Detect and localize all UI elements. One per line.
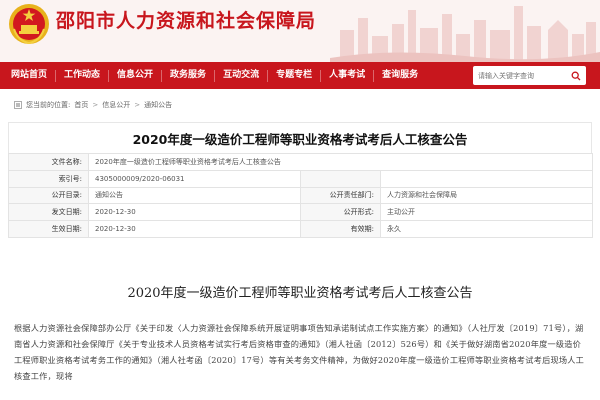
- breadcrumb-separator: >: [134, 101, 141, 109]
- article-title: 2020年度一级造价工程师等职业资格考试考后人工核查公告: [127, 286, 473, 301]
- national-emblem-icon: [9, 4, 49, 45]
- site-header: 邵阳市人力资源和社会保障局: [0, 0, 600, 62]
- breadcrumb: 您当前的位置: 首页 > 信息公开 > 通知公告: [14, 100, 172, 110]
- search-box: [473, 66, 586, 85]
- resp-dept-value: 人力资源和社会保障局: [379, 186, 594, 205]
- search-input[interactable]: [473, 67, 561, 84]
- location-icon: [14, 101, 22, 109]
- site-title[interactable]: 邵阳市人力资源和社会保障局: [56, 6, 316, 33]
- resp-dept-label: 公开责任部门:: [300, 186, 381, 205]
- table-row: 索引号: 4305000009/2020-06031: [8, 169, 594, 188]
- search-icon: [571, 71, 581, 80]
- nav-government-services[interactable]: 政务服务: [162, 62, 214, 89]
- index-label: 索引号:: [8, 169, 89, 188]
- effective-date-label: 生效日期:: [8, 220, 89, 238]
- table-row: 文件名称: 2020年度一级造价工程师等职业资格考试考后人工核查公告: [8, 153, 594, 171]
- page-title: 2020年度一级造价工程师等职业资格考试考后人工核查公告: [132, 131, 468, 147]
- disclosure-form-label: 公开形式:: [300, 203, 381, 222]
- catalog-label: 公开目录:: [8, 186, 89, 205]
- index-value: 4305000009/2020-06031: [88, 169, 301, 188]
- breadcrumb-link-home[interactable]: 首页: [74, 100, 88, 110]
- disclosure-form-value: 主动公开: [379, 203, 594, 222]
- title-box: 2020年度一级造价工程师等职业资格考试考后人工核查公告: [8, 122, 592, 153]
- table-row: 生效日期: 2020-12-30 有效期: 永久: [8, 220, 594, 238]
- issue-date-value: 2020-12-30: [88, 203, 301, 222]
- document-info-table: 文件名称: 2020年度一级造价工程师等职业资格考试考后人工核查公告 索引号: …: [8, 153, 594, 238]
- validity-value: 永久: [379, 220, 594, 238]
- doc-name-value: 2020年度一级造价工程师等职业资格考试考后人工核查公告: [87, 153, 594, 171]
- article-body: 根据人力资源社会保障部办公厅《关于印发〈人力资源社会保障系统开展证明事项告知承诺…: [14, 323, 585, 381]
- breadcrumb-link-info[interactable]: 信息公开: [102, 100, 130, 110]
- issue-date-label: 发文日期:: [8, 203, 89, 222]
- nav-work-news[interactable]: 工作动态: [56, 62, 108, 89]
- nav-personnel-exams[interactable]: 人事考试: [321, 62, 373, 89]
- main-navigation: 网站首页 工作动态 信息公开 政务服务 互动交流 专题专栏 人事考试 查询服务: [0, 62, 600, 89]
- table-row: 发文日期: 2020-12-30 公开形式: 主动公开: [8, 203, 594, 222]
- breadcrumb-prefix: 您当前的位置:: [26, 101, 71, 109]
- table-row: 公开目录: 通知公告 公开责任部门: 人力资源和社会保障局: [8, 186, 594, 205]
- breadcrumb-separator: >: [92, 101, 99, 109]
- validity-label: 有效期:: [300, 220, 381, 238]
- doc-name-label: 文件名称:: [8, 153, 89, 171]
- empty-label-cell: [300, 169, 381, 188]
- nav-home[interactable]: 网站首页: [0, 62, 55, 89]
- effective-date-value: 2020-12-30: [88, 220, 301, 238]
- catalog-value: 通知公告: [88, 186, 301, 205]
- nav-interaction[interactable]: 互动交流: [215, 62, 267, 89]
- nav-query-services[interactable]: 查询服务: [374, 62, 426, 89]
- search-button[interactable]: [566, 66, 586, 85]
- nav-special-topics[interactable]: 专题专栏: [268, 62, 320, 89]
- nav-info-disclosure[interactable]: 信息公开: [109, 62, 161, 89]
- city-skyline-banner: [330, 6, 600, 62]
- breadcrumb-link-notices[interactable]: 通知公告: [144, 100, 172, 110]
- empty-value-cell: [379, 169, 594, 188]
